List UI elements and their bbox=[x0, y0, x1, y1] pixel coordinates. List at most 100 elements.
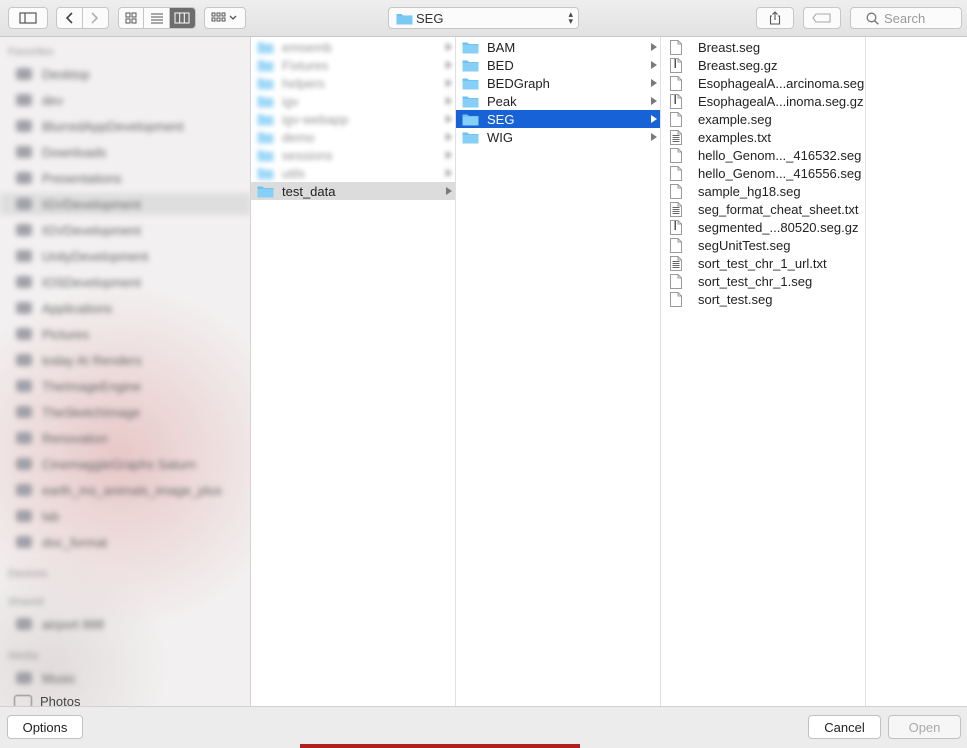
folder-row[interactable]: BAM bbox=[456, 38, 660, 56]
file-row[interactable]: sort_test_chr_1.seg bbox=[661, 272, 865, 290]
file-row[interactable]: examples.txt bbox=[661, 128, 865, 146]
disclosure-arrow-icon bbox=[446, 133, 452, 141]
sidebar-item-icon bbox=[16, 250, 32, 262]
forward-button[interactable] bbox=[83, 8, 108, 28]
file-row[interactable]: sort_test_chr_1_url.txt bbox=[661, 254, 865, 272]
search-field[interactable]: Search bbox=[850, 7, 962, 29]
file-name: EsophagealA...arcinoma.seg bbox=[698, 75, 865, 91]
sidebar-item-icon bbox=[16, 302, 32, 314]
file-row[interactable]: EsophagealA...arcinoma.seg bbox=[661, 74, 865, 92]
text-file-icon bbox=[670, 129, 682, 145]
document-icon bbox=[670, 291, 682, 307]
cancel-button[interactable]: Cancel bbox=[808, 715, 881, 739]
file-row[interactable]: example.seg bbox=[661, 110, 865, 128]
nav-back-forward bbox=[56, 7, 109, 29]
folder-row[interactable]: Peak bbox=[456, 92, 660, 110]
sidebar-item[interactable]: dev bbox=[0, 89, 250, 111]
folder-row[interactable]: BEDGraph bbox=[456, 74, 660, 92]
sidebar-item-photos[interactable]: Photos bbox=[14, 694, 80, 706]
sidebar-item-label: Favorites bbox=[8, 46, 54, 58]
sidebar-item[interactable]: IGVDevelopment bbox=[0, 193, 250, 215]
folder-row[interactable]: helpers bbox=[251, 74, 455, 92]
file-name: seg_format_cheat_sheet.txt bbox=[698, 201, 859, 217]
column-view-button[interactable] bbox=[169, 8, 195, 28]
icon-view-button[interactable] bbox=[119, 8, 145, 28]
sidebar-item[interactable]: airport 888 bbox=[0, 613, 250, 635]
sidebar-item[interactable]: lab bbox=[0, 505, 250, 527]
sidebar-item-label: Media bbox=[8, 650, 38, 662]
options-button[interactable]: Options bbox=[7, 715, 83, 739]
folder-row[interactable]: WIG bbox=[456, 128, 660, 146]
sidebar-item[interactable]: BlurredAppDevelopment bbox=[0, 115, 250, 137]
file-name: EsophagealA...inoma.seg.gz bbox=[698, 93, 864, 109]
sidebar-item[interactable]: TheImageEngine bbox=[0, 375, 250, 397]
document-icon bbox=[670, 75, 682, 91]
sidebar-toggle-button[interactable] bbox=[8, 7, 48, 29]
folder-row[interactable]: sessions bbox=[251, 146, 455, 164]
sidebar-item-label: IGVDevelopment bbox=[42, 222, 141, 238]
sidebar-item[interactable]: doc_format bbox=[0, 531, 250, 553]
tags-button[interactable] bbox=[803, 7, 841, 29]
file-row[interactable]: hello_Genom..._416532.seg bbox=[661, 146, 865, 164]
file-name: examples.txt bbox=[698, 129, 771, 145]
folder-icon bbox=[462, 77, 479, 90]
sidebar-item[interactable]: TheSketchImage bbox=[0, 401, 250, 423]
chevron-right-icon bbox=[91, 12, 99, 24]
folder-row[interactable]: demo bbox=[251, 128, 455, 146]
file-name: hello_Genom..._416556.seg bbox=[698, 165, 862, 181]
archive-file-icon bbox=[670, 93, 682, 109]
folder-row[interactable]: BED bbox=[456, 56, 660, 74]
file-row[interactable]: segUnitTest.seg bbox=[661, 236, 865, 254]
sidebar-item[interactable]: UnityDevelopment bbox=[0, 245, 250, 267]
sidebar-item[interactable]: Music bbox=[0, 667, 250, 689]
file-name: sort_test_chr_1.seg bbox=[698, 273, 813, 289]
sidebar-item[interactable]: Renovation bbox=[0, 427, 250, 449]
sidebar-item-icon bbox=[16, 68, 32, 80]
sidebar-item-icon bbox=[16, 328, 32, 340]
open-button[interactable]: Open bbox=[888, 715, 961, 739]
file-row[interactable]: segmented_...80520.seg.gz bbox=[661, 218, 865, 236]
file-row[interactable]: EsophagealA...inoma.seg.gz bbox=[661, 92, 865, 110]
sidebar-item[interactable]: CinemaggieGraphs Saturn bbox=[0, 453, 250, 475]
arrange-button[interactable] bbox=[204, 7, 246, 29]
archive-file-icon bbox=[670, 57, 682, 73]
sidebar-item[interactable]: Downloads bbox=[0, 141, 250, 163]
file-row[interactable]: Breast.seg.gz bbox=[661, 56, 865, 74]
sidebar-item-label: IGVDevelopment bbox=[42, 196, 141, 212]
folder-row[interactable]: test_data bbox=[251, 182, 455, 200]
back-button[interactable] bbox=[57, 8, 83, 28]
sidebar-item[interactable]: IGVDevelopment bbox=[0, 219, 250, 241]
folder-icon bbox=[257, 167, 274, 180]
file-row[interactable]: sort_test.seg bbox=[661, 290, 865, 308]
sidebar-item[interactable]: IOSDevelopment bbox=[0, 271, 250, 293]
file-row[interactable]: sample_hg18.seg bbox=[661, 182, 865, 200]
sidebar-section-header: Devices bbox=[0, 563, 250, 585]
list-view-icon bbox=[150, 13, 163, 24]
folder-row[interactable]: emsemb bbox=[251, 38, 455, 56]
list-view-button[interactable] bbox=[144, 8, 170, 28]
document-icon bbox=[670, 183, 682, 199]
folder-row[interactable]: igv bbox=[251, 92, 455, 110]
sidebar-item[interactable]: Presentations bbox=[0, 167, 250, 189]
sidebar-item[interactable]: Applications bbox=[0, 297, 250, 319]
folder-name: igv bbox=[282, 93, 299, 109]
folder-name: WIG bbox=[487, 129, 513, 145]
up-down-arrows-icon: ▴ ▾ bbox=[568, 9, 573, 26]
sidebar-item[interactable]: today AI Renders bbox=[0, 349, 250, 371]
disclosure-arrow-icon bbox=[446, 151, 452, 159]
sidebar-item[interactable]: Pictures bbox=[0, 323, 250, 345]
file-row[interactable]: seg_format_cheat_sheet.txt bbox=[661, 200, 865, 218]
file-row[interactable]: hello_Genom..._416556.seg bbox=[661, 164, 865, 182]
sidebar-item-label: Presentations bbox=[42, 170, 122, 186]
share-button[interactable] bbox=[756, 7, 794, 29]
folder-row[interactable]: SEG bbox=[456, 110, 660, 128]
disclosure-arrow-icon bbox=[446, 169, 452, 177]
sidebar-item[interactable]: Desktop bbox=[0, 63, 250, 85]
folder-row[interactable]: Fixtures bbox=[251, 56, 455, 74]
folder-row[interactable]: igv-webapp bbox=[251, 110, 455, 128]
folder-row[interactable]: utils bbox=[251, 164, 455, 182]
file-row[interactable]: Breast.seg bbox=[661, 38, 865, 56]
sidebar-item-icon bbox=[16, 484, 32, 496]
sidebar-item[interactable]: earth_ms_animals_image_plus bbox=[0, 479, 250, 501]
path-popup[interactable]: SEG ▴ ▾ bbox=[388, 7, 579, 29]
